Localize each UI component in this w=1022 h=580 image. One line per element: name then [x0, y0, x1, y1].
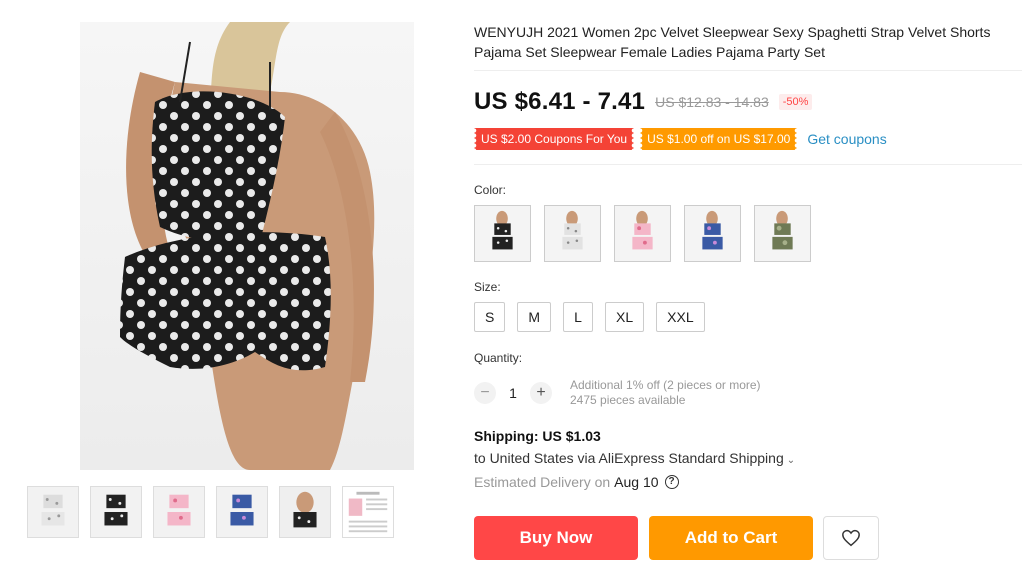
discount-badge: -50%: [778, 94, 813, 110]
coupon-row: US $2.00 Coupons For You US $1.00 off on…: [474, 128, 887, 150]
thumbnail-black-dots[interactable]: [90, 486, 142, 538]
quantity-increase-button[interactable]: +: [530, 382, 552, 404]
bulk-discount-note: Additional 1% off (2 pieces or more): [570, 378, 761, 392]
thumbnail-back-view[interactable]: [279, 486, 331, 538]
shipping-cost: Shipping: US $1.03: [474, 428, 601, 444]
coupon-discount[interactable]: US $1.00 off on US $17.00: [640, 128, 798, 150]
shipping-method-selector[interactable]: to United States via AliExpress Standard…: [474, 450, 795, 466]
stock-availability: 2475 pieces available: [570, 393, 686, 407]
delivery-date: Aug 10: [614, 474, 659, 490]
thumbnail-blue-print[interactable]: [216, 486, 268, 538]
thumbnail-strip: [27, 486, 394, 538]
divider: [474, 70, 1022, 71]
add-to-cart-button[interactable]: Add to Cart: [649, 516, 813, 560]
color-label: Color:: [474, 183, 507, 197]
thumbnail-pink-print[interactable]: [153, 486, 205, 538]
quantity-value[interactable]: 1: [496, 385, 530, 401]
quantity-stepper: − 1 + Additional 1% off (2 pieces or mor…: [474, 378, 761, 408]
thumbnail-size-chart[interactable]: [342, 486, 394, 538]
quantity-info: Additional 1% off (2 pieces or more) 247…: [570, 378, 761, 408]
divider: [474, 164, 1022, 165]
buy-now-button[interactable]: Buy Now: [474, 516, 638, 560]
size-label: Size:: [474, 280, 501, 294]
color-swatch-camo-print[interactable]: [754, 205, 811, 262]
color-swatch-blue-print[interactable]: [684, 205, 741, 262]
coupon-store[interactable]: US $2.00 Coupons For You: [474, 128, 635, 150]
main-product-image[interactable]: [80, 22, 414, 470]
size-option-m[interactable]: M: [517, 302, 552, 332]
current-price: US $6.41 - 7.41: [474, 88, 646, 115]
question-circle-icon[interactable]: ?: [664, 475, 679, 489]
delivery-label: Estimated Delivery on: [474, 474, 611, 490]
product-photo-illustration: [120, 22, 375, 470]
thumbnail-white-dots[interactable]: [27, 486, 79, 538]
color-swatch-white-dots[interactable]: [544, 205, 601, 262]
color-swatch-black-dots[interactable]: [474, 205, 531, 262]
heart-icon: [842, 529, 860, 547]
price-row: US $6.41 - 7.41 US $12.83 - 14.83 -50%: [474, 88, 813, 116]
size-option-xl[interactable]: XL: [605, 302, 645, 332]
color-swatch-pink-print[interactable]: [614, 205, 671, 262]
size-option-xxl[interactable]: XXL: [656, 302, 705, 332]
chevron-down-icon: ⌄: [786, 455, 796, 466]
original-price: US $12.83 - 14.83: [655, 94, 769, 110]
shipping-route: to United States via AliExpress Standard…: [474, 450, 784, 466]
size-options: S M L XL XXL: [474, 302, 705, 332]
quantity-label: Quantity:: [474, 351, 523, 365]
estimated-delivery: Estimated Delivery on Aug 10 ?: [474, 474, 679, 490]
size-option-s[interactable]: S: [474, 302, 506, 332]
get-coupons-link[interactable]: Get coupons: [807, 131, 886, 147]
quantity-decrease-button[interactable]: −: [474, 382, 496, 404]
size-option-l[interactable]: L: [563, 302, 594, 332]
wishlist-button[interactable]: [823, 516, 879, 560]
product-title: WENYUJH 2021 Women 2pc Velvet Sleepwear …: [474, 24, 991, 60]
color-options: [474, 205, 811, 262]
